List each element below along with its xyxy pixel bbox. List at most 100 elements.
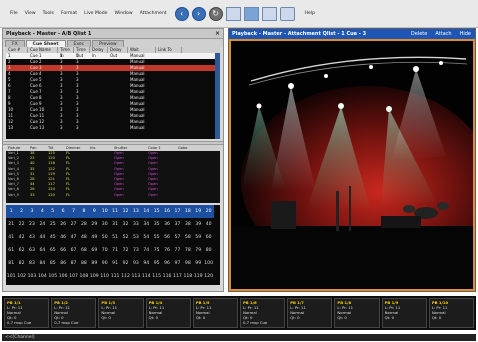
channel-cell[interactable]: 24 — [37, 218, 47, 231]
channel-cell[interactable]: 73 — [131, 244, 141, 257]
channel-cell[interactable]: 5 — [47, 205, 58, 218]
channel-cell[interactable]: 68 — [79, 244, 89, 257]
channel-cell[interactable]: 61 — [6, 244, 16, 257]
forward-icon[interactable]: › — [191, 6, 206, 21]
channel-cell[interactable]: 43 — [27, 231, 37, 244]
channel-cell[interactable]: 90 — [100, 257, 110, 270]
menu-item-tools[interactable]: Tools — [43, 11, 54, 16]
channel-cell[interactable]: 53 — [131, 231, 141, 244]
channel-cell[interactable]: 41 — [6, 231, 16, 244]
channel-cell[interactable]: 50 — [100, 231, 110, 244]
layout-split-icon[interactable] — [243, 6, 259, 21]
channel-cell[interactable]: 78 — [183, 244, 193, 257]
channel-cell[interactable]: 116 — [162, 270, 172, 283]
delete-button[interactable]: Delete — [411, 29, 427, 39]
cue-row[interactable]: 13 Cue 13 3 3 Manual — [6, 125, 220, 131]
cue-scrollbar[interactable] — [215, 53, 220, 139]
channel-cell[interactable]: 45 — [48, 231, 58, 244]
channel-cell[interactable]: 36 — [162, 218, 172, 231]
channel-cell[interactable]: 91 — [110, 257, 120, 270]
playback-button[interactable]: PB 1/7 L: Pr: 11 Normal Qt: 0 — [287, 298, 333, 328]
channel-cell[interactable]: 112 — [120, 270, 130, 283]
close-icon[interactable]: × — [215, 29, 220, 39]
channel-cell[interactable]: 63 — [27, 244, 37, 257]
channel-cell[interactable]: 64 — [37, 244, 47, 257]
refresh-icon[interactable]: ↻ — [208, 6, 223, 21]
channel-cell[interactable]: 9 — [89, 205, 100, 218]
menu-item-window[interactable]: Window — [114, 11, 132, 16]
tab-preview[interactable]: Preview — [92, 40, 124, 47]
channel-cell[interactable]: 120 — [203, 270, 213, 283]
channel-cell[interactable]: 80 — [203, 244, 213, 257]
channel-cell[interactable]: 46 — [58, 231, 68, 244]
channel-cell[interactable]: 54 — [141, 231, 151, 244]
channel-cell[interactable]: 119 — [193, 270, 203, 283]
channel-cell[interactable]: 32 — [120, 218, 130, 231]
channel-cell[interactable]: 89 — [89, 257, 99, 270]
layout-single-icon[interactable] — [225, 6, 241, 21]
playback-button[interactable]: PB 1/1 L: Pr: 11 Normal Qt: 0 0.7 mxp Cue — [4, 298, 50, 328]
channel-cell[interactable]: 29 — [89, 218, 99, 231]
hide-button[interactable]: Hide — [460, 29, 471, 39]
channel-cell[interactable]: 66 — [58, 244, 68, 257]
channel-cell[interactable]: 35 — [151, 218, 161, 231]
layout-grid-icon[interactable] — [261, 6, 277, 21]
channel-cell[interactable]: 2 — [16, 205, 27, 218]
channel-cell[interactable]: 18 — [182, 205, 194, 218]
tab-fx[interactable]: FX — [5, 40, 25, 47]
channel-cell[interactable]: 57 — [172, 231, 182, 244]
channel-cell[interactable]: 87 — [68, 257, 78, 270]
channel-cell[interactable]: 117 — [172, 270, 182, 283]
command-line[interactable]: <<[Channel] — [2, 334, 476, 341]
channel-cell[interactable]: 113 — [131, 270, 141, 283]
menu-item-format[interactable]: Format — [61, 11, 77, 16]
channel-cell[interactable]: 59 — [193, 231, 203, 244]
channel-cell[interactable]: 25 — [48, 218, 58, 231]
channel-cell[interactable]: 42 — [16, 231, 26, 244]
channel-cell[interactable]: 37 — [172, 218, 182, 231]
channel-cell[interactable]: 3 — [26, 205, 38, 218]
channel-cell[interactable]: 77 — [172, 244, 182, 257]
channel-cell[interactable]: 98 — [183, 257, 193, 270]
channel-cell[interactable]: 81 — [6, 257, 16, 270]
channel-cell[interactable]: 97 — [172, 257, 182, 270]
channel-cell[interactable]: 19 — [193, 205, 204, 218]
channel-cell[interactable]: 75 — [151, 244, 161, 257]
channel-cell[interactable]: 69 — [89, 244, 99, 257]
channel-cell[interactable]: 110 — [100, 270, 110, 283]
channel-cell[interactable]: 71 — [110, 244, 120, 257]
tab-exec[interactable]: Exec — [66, 40, 92, 47]
channel-cell[interactable]: 10 — [99, 205, 110, 218]
help-menu[interactable]: Help — [305, 11, 315, 16]
attach-button[interactable]: Attach — [435, 29, 451, 39]
channel-cell[interactable]: 11 — [109, 205, 121, 218]
channel-cell[interactable]: 93 — [131, 257, 141, 270]
channel-cell[interactable]: 79 — [193, 244, 203, 257]
channel-cell[interactable]: 101 — [6, 270, 16, 283]
channel-cell[interactable]: 114 — [141, 270, 151, 283]
channel-cell[interactable]: 65 — [48, 244, 58, 257]
channel-cell[interactable]: 109 — [89, 270, 99, 283]
channel-cell[interactable]: 26 — [58, 218, 68, 231]
playback-button[interactable]: PB 1/8 L: Pr: 11 Normal Qt: 0 — [334, 298, 380, 328]
channel-cell[interactable]: 13 — [130, 205, 142, 218]
playback-button[interactable]: PB 1/5 L: Pr: 11 Normal Qt: 0 — [192, 298, 239, 328]
channel-cell[interactable]: 51 — [110, 231, 120, 244]
channel-cell[interactable]: 44 — [37, 231, 47, 244]
channel-cell[interactable]: 58 — [183, 231, 193, 244]
channel-cell[interactable]: 82 — [16, 257, 26, 270]
channel-cell[interactable]: 62 — [16, 244, 26, 257]
channel-cell[interactable]: 115 — [151, 270, 161, 283]
channel-cell[interactable]: 86 — [58, 257, 68, 270]
channel-cell[interactable]: 52 — [120, 231, 130, 244]
channel-cell[interactable]: 6 — [57, 205, 69, 218]
channel-cell[interactable]: 39 — [193, 218, 203, 231]
channel-cell[interactable]: 84 — [37, 257, 47, 270]
channel-cell[interactable]: 22 — [16, 218, 26, 231]
tab-cue-sheet[interactable]: Cue Sheet — [25, 40, 66, 47]
channel-cell[interactable]: 48 — [79, 231, 89, 244]
channel-cell[interactable]: 27 — [68, 218, 78, 231]
channel-cell[interactable]: 34 — [141, 218, 151, 231]
playback-button[interactable]: PB 1/3 L: Pr: 11 Normal Qt: 0 — [98, 298, 144, 328]
channel-cell[interactable]: 70 — [100, 244, 110, 257]
